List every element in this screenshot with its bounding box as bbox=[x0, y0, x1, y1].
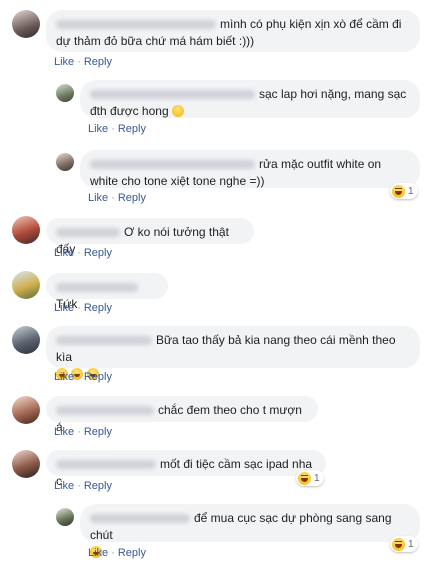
reaction-count: 1 bbox=[408, 538, 414, 550]
avatar[interactable] bbox=[12, 396, 40, 424]
thinking-emoji-icon bbox=[171, 105, 184, 117]
comment-author[interactable] bbox=[56, 20, 216, 30]
comment-author[interactable] bbox=[56, 460, 156, 470]
like-link[interactable]: Like bbox=[54, 247, 74, 259]
like-link[interactable]: Like bbox=[54, 480, 74, 492]
like-link[interactable]: Like bbox=[88, 123, 108, 135]
comment-bubble: để mua cục sạc dự phòng sang sang chút bbox=[80, 504, 420, 558]
haha-reaction-icon bbox=[392, 184, 405, 198]
avatar[interactable] bbox=[12, 10, 40, 38]
reaction-badge[interactable]: 1 bbox=[296, 470, 324, 486]
like-link[interactable]: Like bbox=[54, 426, 74, 438]
like-link[interactable]: Like bbox=[54, 56, 74, 68]
comment-author[interactable] bbox=[90, 160, 255, 170]
comment-bubble: Ơ ko nói tưởng thật đấy bbox=[46, 218, 254, 256]
reply-link[interactable]: Reply bbox=[118, 192, 146, 204]
comment-author[interactable] bbox=[56, 283, 138, 293]
avatar[interactable] bbox=[12, 450, 40, 478]
reaction-count: 1 bbox=[314, 472, 320, 484]
reply-link[interactable]: Reply bbox=[84, 371, 112, 383]
comment-bubble: rửa mặc outfit white on white cho tone x… bbox=[80, 150, 420, 188]
avatar[interactable] bbox=[56, 84, 74, 102]
reply-link[interactable]: Reply bbox=[118, 123, 146, 135]
reply-link[interactable]: Reply bbox=[84, 302, 112, 314]
comment-actions: Like · Reply bbox=[54, 247, 112, 259]
avatar[interactable] bbox=[12, 271, 40, 299]
comment-actions: Like · Reply bbox=[54, 480, 112, 492]
haha-reaction-icon bbox=[392, 537, 405, 551]
comment-bubble: Tứk bbox=[46, 273, 168, 311]
comment-bubble: Bữa tao thấy bả kia nang theo cái mềnh t… bbox=[46, 326, 420, 380]
reply-link[interactable]: Reply bbox=[84, 426, 112, 438]
reaction-count: 1 bbox=[408, 185, 414, 197]
like-link[interactable]: Like bbox=[54, 371, 74, 383]
comment-author[interactable] bbox=[90, 90, 255, 100]
comment-actions: Like · Reply bbox=[88, 192, 146, 204]
like-link[interactable]: Like bbox=[54, 302, 74, 314]
comment-actions: Like · Reply bbox=[54, 302, 112, 314]
comment-author[interactable] bbox=[90, 514, 190, 524]
comment-author[interactable] bbox=[56, 228, 120, 238]
comment-bubble: mốt đi tiệc cầm sạc ipad nha c bbox=[46, 450, 326, 488]
like-link[interactable]: Like bbox=[88, 547, 108, 559]
reply-link[interactable]: Reply bbox=[118, 547, 146, 559]
comment-bubble: sạc lap hơi nặng, mang sạc đth được hong bbox=[80, 80, 420, 118]
comment-actions: Like · Reply bbox=[88, 547, 146, 559]
avatar[interactable] bbox=[56, 508, 74, 526]
comment-author[interactable] bbox=[56, 336, 152, 346]
like-link[interactable]: Like bbox=[88, 192, 108, 204]
comment-author[interactable] bbox=[56, 406, 154, 416]
haha-reaction-icon bbox=[298, 471, 311, 485]
reply-link[interactable]: Reply bbox=[84, 56, 112, 68]
comment-actions: Like · Reply bbox=[88, 123, 146, 135]
comment-bubble: chắc đem theo cho t mượn á bbox=[46, 396, 318, 434]
comment-bubble: mình có phụ kiện xịn xò để cầm đi dự thả… bbox=[46, 10, 420, 52]
comment-actions: Like · Reply bbox=[54, 371, 112, 383]
avatar[interactable] bbox=[12, 216, 40, 244]
avatar[interactable] bbox=[12, 326, 40, 354]
reply-link[interactable]: Reply bbox=[84, 247, 112, 259]
comment-actions: Like · Reply bbox=[54, 56, 112, 68]
reaction-badge[interactable]: 1 bbox=[390, 536, 418, 552]
comment-actions: Like · Reply bbox=[54, 426, 112, 438]
avatar[interactable] bbox=[56, 153, 74, 171]
reply-link[interactable]: Reply bbox=[84, 480, 112, 492]
reaction-badge[interactable]: 1 bbox=[390, 183, 418, 199]
